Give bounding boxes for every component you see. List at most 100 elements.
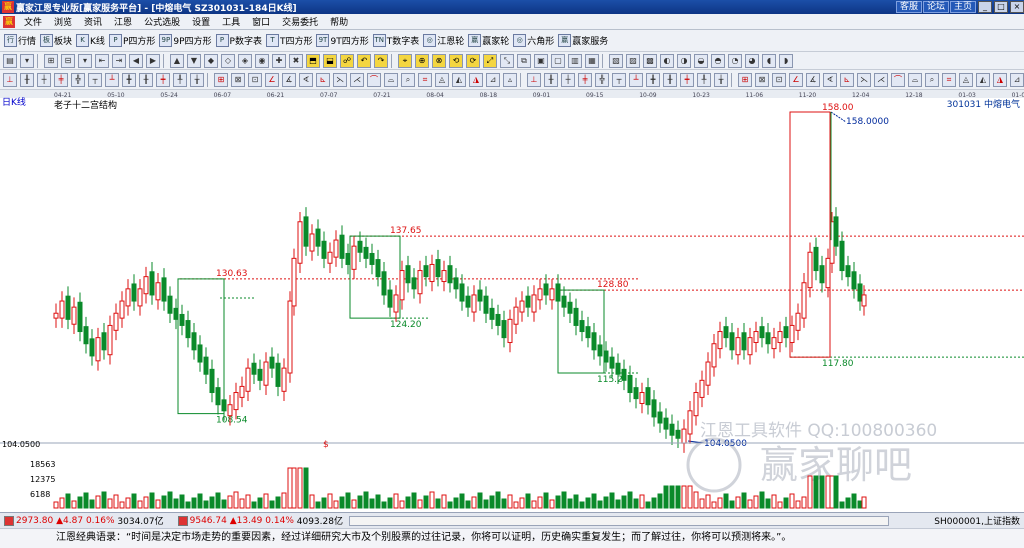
menu-trade[interactable]: 交易委托 <box>276 15 324 28</box>
draw-tool-icon[interactable]: ◕ <box>745 53 759 68</box>
tool-icon[interactable]: ╪ <box>578 72 592 87</box>
tool-icon[interactable]: ◬ <box>959 72 973 87</box>
tool-icon[interactable]: ⌕ <box>401 72 415 87</box>
draw-tool-icon[interactable]: ◑ <box>677 53 691 68</box>
tool-icon[interactable]: ◭ <box>976 72 990 87</box>
chart-svg[interactable]: 04-21 05-10 05-24 06-07 06-21 07-07 07-21 08-04… <box>0 90 1024 510</box>
draw-tool-icon[interactable]: ⧉ <box>517 53 531 68</box>
tool-icon[interactable]: ╫ <box>544 72 558 87</box>
draw-tool-icon[interactable]: ▩ <box>643 53 657 68</box>
tool-icon[interactable]: ╀ <box>697 72 711 87</box>
tool-icon[interactable]: ┼ <box>37 72 51 87</box>
tool-icon[interactable]: ▵ <box>503 72 517 87</box>
tool-icon[interactable]: ◬ <box>435 72 449 87</box>
tool-icon[interactable]: ⊡ <box>772 72 786 87</box>
toolbar-item-12[interactable]: 赢赢家服务 <box>558 34 608 47</box>
customer-service-button[interactable]: 客服 <box>895 1 922 13</box>
draw-tool-icon[interactable]: ▤ <box>3 53 17 68</box>
tool-icon[interactable]: ╂ <box>139 72 153 87</box>
draw-tool-icon[interactable]: ⇤ <box>95 53 109 68</box>
tool-icon[interactable]: ╬ <box>71 72 85 87</box>
tool-icon[interactable]: ⋌ <box>350 72 364 87</box>
tool-icon[interactable]: ⊞ <box>738 72 752 87</box>
tool-icon[interactable]: ⌕ <box>925 72 939 87</box>
draw-tool-icon[interactable]: ◉ <box>255 53 269 68</box>
tool-icon[interactable]: ╋ <box>646 72 660 87</box>
draw-tool-icon[interactable]: ⤢ <box>483 53 497 68</box>
tool-icon[interactable]: ⊾ <box>316 72 330 87</box>
homepage-button[interactable]: 主页 <box>949 1 976 13</box>
menu-gann[interactable]: 江恩 <box>108 15 138 28</box>
draw-tool-icon[interactable]: ✚ <box>272 53 286 68</box>
tool-icon[interactable]: ╬ <box>595 72 609 87</box>
tool-icon[interactable]: ∡ <box>282 72 296 87</box>
tool-icon[interactable]: ╫ <box>20 72 34 87</box>
tool-icon[interactable]: ⊥ <box>3 72 17 87</box>
draw-tool-icon[interactable]: ◖ <box>762 53 776 68</box>
draw-tool-icon[interactable]: ⟲ <box>449 53 463 68</box>
draw-tool-icon[interactable]: ⌖ <box>398 53 412 68</box>
draw-tool-icon[interactable]: ▾ <box>20 53 34 68</box>
draw-tool-icon[interactable]: ⇥ <box>112 53 126 68</box>
menu-tools[interactable]: 工具 <box>216 15 246 28</box>
draw-tool-icon[interactable]: ◔ <box>728 53 742 68</box>
tool-icon[interactable]: ╋ <box>122 72 136 87</box>
draw-tool-icon[interactable]: ⬒ <box>306 53 320 68</box>
draw-tool-icon[interactable]: ⊕ <box>415 53 429 68</box>
draw-tool-icon[interactable]: ◒ <box>694 53 708 68</box>
menu-formula-screening[interactable]: 公式选股 <box>138 15 186 28</box>
tool-icon[interactable]: ⌗ <box>418 72 432 87</box>
tool-icon[interactable]: ⌒ <box>367 72 381 87</box>
draw-tool-icon[interactable]: ⬓ <box>323 53 337 68</box>
tool-icon[interactable]: ⌒ <box>891 72 905 87</box>
tool-icon[interactable]: ┿ <box>156 72 170 87</box>
tool-icon[interactable]: ┿ <box>680 72 694 87</box>
draw-tool-icon[interactable]: ◆ <box>204 53 218 68</box>
tool-icon[interactable]: ╁ <box>714 72 728 87</box>
toolbar-item-11[interactable]: ◎ 六角形 <box>513 34 554 47</box>
draw-tool-icon[interactable]: ▼ <box>187 53 201 68</box>
tool-icon[interactable]: ◮ <box>993 72 1007 87</box>
menu-browse[interactable]: 浏览 <box>48 15 78 28</box>
tool-icon[interactable]: ⋋ <box>857 72 871 87</box>
tool-icon[interactable]: ╪ <box>54 72 68 87</box>
toolbar-item-3[interactable]: P P四方形 <box>108 34 155 47</box>
current-index-label[interactable]: SH000001,上证指数 <box>934 514 1020 527</box>
draw-tool-icon[interactable]: ✖ <box>289 53 303 68</box>
tool-icon[interactable]: ┬ <box>88 72 102 87</box>
draw-tool-icon[interactable]: ⊟ <box>61 53 75 68</box>
tool-icon[interactable]: ⊠ <box>231 72 245 87</box>
tool-icon[interactable]: ⊿ <box>1010 72 1024 87</box>
close-button[interactable]: × <box>1010 1 1024 13</box>
tool-icon[interactable]: ┴ <box>629 72 643 87</box>
tool-icon[interactable]: ∡ <box>806 72 820 87</box>
draw-tool-icon[interactable]: ▨ <box>626 53 640 68</box>
tool-icon[interactable]: ⊾ <box>840 72 854 87</box>
menu-news[interactable]: 资讯 <box>78 15 108 28</box>
menu-file[interactable]: 文件 <box>18 15 48 28</box>
maximize-button[interactable]: □ <box>994 1 1008 13</box>
toolbar-item-2[interactable]: K K线 <box>76 34 105 47</box>
draw-tool-icon[interactable]: ⊞ <box>44 53 58 68</box>
tool-icon[interactable]: ⊠ <box>755 72 769 87</box>
menu-settings[interactable]: 设置 <box>186 15 216 28</box>
draw-tool-icon[interactable]: ◀ <box>129 53 143 68</box>
draw-tool-icon[interactable]: ◐ <box>660 53 674 68</box>
draw-tool-icon[interactable]: ◈ <box>238 53 252 68</box>
tool-icon[interactable]: ∢ <box>823 72 837 87</box>
tool-icon[interactable]: ⌓ <box>384 72 398 87</box>
draw-tool-icon[interactable]: ↷ <box>374 53 388 68</box>
draw-tool-icon[interactable]: ⟳ <box>466 53 480 68</box>
toolbar-item-1[interactable]: 板板块 <box>40 34 72 47</box>
tool-icon[interactable]: ┬ <box>612 72 626 87</box>
draw-tool-icon[interactable]: ▥ <box>568 53 582 68</box>
chart-scrollbar[interactable] <box>348 515 889 526</box>
tool-icon[interactable]: ⋋ <box>333 72 347 87</box>
draw-tool-icon[interactable]: ▧ <box>609 53 623 68</box>
tool-icon[interactable]: ⌗ <box>942 72 956 87</box>
toolbar-item-8[interactable]: TN T数字表 <box>372 34 419 47</box>
draw-tool-icon[interactable]: ▢ <box>551 53 565 68</box>
tool-icon[interactable]: ⊿ <box>486 72 500 87</box>
tool-icon[interactable]: ∠ <box>789 72 803 87</box>
draw-tool-icon[interactable]: ▦ <box>585 53 599 68</box>
